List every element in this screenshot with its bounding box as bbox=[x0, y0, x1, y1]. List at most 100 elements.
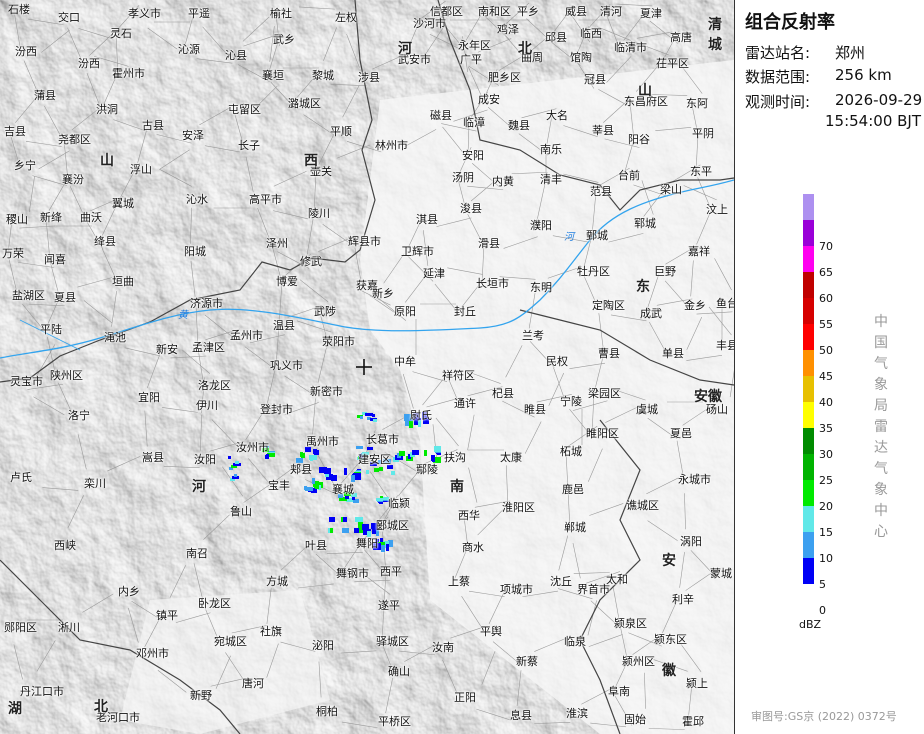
place-label: 扶沟 bbox=[444, 451, 466, 464]
place-label: 平阴 bbox=[692, 127, 714, 140]
scale-swatch bbox=[803, 402, 814, 428]
place-label: 舞钢市 bbox=[336, 567, 369, 580]
echo-cell bbox=[342, 528, 349, 533]
place-label: 襄垣 bbox=[262, 69, 284, 82]
place-label: 新野 bbox=[190, 689, 212, 702]
place-label: 太康 bbox=[500, 451, 522, 464]
place-label: 西华 bbox=[458, 509, 480, 522]
place-label: 新绛 bbox=[40, 211, 62, 224]
place-label: 平顺 bbox=[330, 125, 352, 138]
echo-cell bbox=[381, 545, 385, 552]
time-date: 2026-09-29 bbox=[835, 91, 923, 109]
scale-swatch bbox=[803, 454, 814, 480]
place-label: 高唐 bbox=[670, 31, 692, 44]
place-label: 清丰 bbox=[540, 173, 562, 186]
scale-swatch bbox=[803, 376, 814, 402]
place-label: 颍州区 bbox=[622, 655, 655, 668]
place-label: 正阳 bbox=[454, 691, 476, 704]
place-label: 成安 bbox=[478, 93, 500, 106]
province-label: 北 bbox=[518, 41, 532, 57]
place-label: 平舆 bbox=[480, 625, 502, 638]
place-label: 平陆 bbox=[40, 323, 62, 336]
echo-cell bbox=[300, 452, 303, 457]
place-label: 建安区 bbox=[358, 453, 391, 466]
scale-tick: 25 bbox=[819, 474, 833, 487]
place-label: 武乡 bbox=[273, 33, 295, 46]
place-label: 垣曲 bbox=[112, 275, 134, 288]
scale-tick: 0 bbox=[819, 604, 826, 617]
scale-tick: 10 bbox=[819, 552, 833, 565]
scale-swatch bbox=[803, 246, 814, 272]
place-label: 万荣 bbox=[2, 247, 24, 260]
place-label: 金乡 bbox=[684, 299, 706, 312]
place-label: 尉氏 bbox=[410, 409, 432, 422]
place-label: 蒲县 bbox=[34, 89, 56, 102]
echo-cell bbox=[379, 467, 383, 471]
place-label: 颍东区 bbox=[654, 633, 687, 646]
place-label: 交口 bbox=[58, 11, 80, 24]
place-label: 临漳 bbox=[463, 116, 485, 129]
place-label: 渑池 bbox=[104, 331, 126, 344]
echo-cell bbox=[409, 421, 413, 428]
place-label: 阜南 bbox=[608, 685, 630, 698]
scale-swatch bbox=[803, 272, 814, 298]
station-label: 雷达站名: bbox=[745, 44, 811, 62]
province-label: 东 bbox=[636, 279, 650, 295]
place-label: 嘉祥 bbox=[688, 245, 710, 258]
echo-cell bbox=[312, 478, 315, 484]
place-label: 睢县 bbox=[524, 403, 546, 416]
place-label: 卢氏 bbox=[10, 471, 32, 484]
place-label: 孟津区 bbox=[192, 341, 225, 354]
place-label: 东明 bbox=[530, 281, 552, 294]
scale-tick: 45 bbox=[819, 370, 833, 383]
place-label: 卫辉市 bbox=[401, 245, 434, 258]
place-label: 鸡泽 bbox=[497, 23, 519, 36]
place-label: 临颍 bbox=[388, 497, 410, 510]
province-label: 南 bbox=[450, 479, 464, 495]
place-label: 洛宁 bbox=[68, 409, 90, 422]
scale-unit: dBZ bbox=[799, 618, 822, 631]
place-label: 清河 bbox=[600, 5, 622, 18]
place-label: 杞县 bbox=[492, 387, 514, 400]
place-label: 洛龙区 bbox=[198, 379, 231, 392]
place-label: 温县 bbox=[273, 319, 295, 332]
province-label: 清城 bbox=[708, 17, 722, 53]
place-label: 吉县 bbox=[4, 125, 26, 138]
echo-cell bbox=[362, 524, 369, 530]
province-label: 北 bbox=[94, 699, 108, 715]
scale-tick: 70 bbox=[819, 240, 833, 253]
radar-map[interactable]: 石楼 交口 孝义市 平遥 榆社 左权 信都区 南和区 平乡 威县 清河 夏津 鸡泽 沙河市 邱县 临西 高唐 灵石… bbox=[0, 0, 734, 734]
echo-cell bbox=[431, 455, 435, 461]
map-approval-number: 审图号:GS京 (2022) 0372号 bbox=[751, 710, 897, 723]
province-label: 西 bbox=[304, 153, 318, 169]
place-label: 淮阳区 bbox=[502, 501, 535, 514]
place-label: 绛县 bbox=[94, 235, 116, 248]
place-label: 尧都区 bbox=[58, 133, 91, 146]
place-label: 涉县 bbox=[358, 71, 380, 84]
place-label: 遂平 bbox=[378, 599, 400, 612]
scale-tick: 55 bbox=[819, 318, 833, 331]
range-value: 256 km bbox=[835, 66, 892, 84]
place-label: 长子 bbox=[238, 139, 260, 152]
place-label: 潞城区 bbox=[288, 97, 321, 110]
echo-cell bbox=[412, 450, 419, 455]
place-label: 馆陶 bbox=[570, 51, 592, 64]
place-label: 宜阳 bbox=[138, 391, 160, 404]
echo-cell bbox=[234, 474, 237, 477]
place-label: 襄汾 bbox=[62, 173, 84, 186]
place-label: 汝州市 bbox=[236, 441, 269, 454]
time-label: 观测时间: bbox=[745, 93, 811, 111]
scale-swatch bbox=[803, 194, 814, 220]
place-label: 磁县 bbox=[430, 109, 452, 122]
echo-cell bbox=[313, 449, 317, 454]
place-label: 内黄 bbox=[492, 175, 514, 188]
place-label: 泌阳 bbox=[312, 639, 334, 652]
place-label: 浮山 bbox=[130, 163, 152, 176]
place-label: 新蔡 bbox=[516, 655, 538, 668]
place-label: 宝丰 bbox=[268, 479, 290, 492]
place-label: 威县 bbox=[565, 5, 587, 18]
place-label: 虞城 bbox=[636, 403, 658, 416]
place-label: 宛城区 bbox=[214, 635, 247, 648]
province-label: 河 bbox=[398, 41, 412, 57]
echo-cell bbox=[329, 517, 335, 522]
